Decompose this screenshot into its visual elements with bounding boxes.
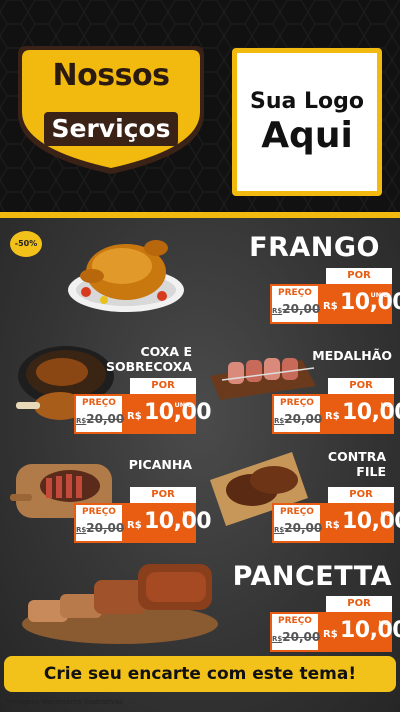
currency-label: R$ bbox=[127, 411, 142, 422]
por-label: POR bbox=[130, 487, 196, 503]
product-name-contra-file: CONTRA FILE bbox=[327, 449, 386, 479]
preco-label: PREÇO bbox=[280, 507, 314, 517]
header: Nossos Serviços Sua Logo Aqui bbox=[0, 0, 400, 216]
preco-label: PREÇO bbox=[82, 398, 116, 408]
badge-title-line1: Nossos bbox=[52, 58, 170, 93]
product-name-pancetta: PANCETTA bbox=[232, 561, 392, 592]
price-tag-frango: POR PREÇO R$20,00 R$ 10,00 UNID bbox=[270, 268, 400, 326]
currency-label: R$ bbox=[325, 411, 340, 422]
new-price: 10,00 bbox=[342, 509, 400, 534]
price-unit: UNID bbox=[174, 401, 193, 409]
old-price: R$20,00 bbox=[76, 412, 125, 426]
old-price: R$20,00 bbox=[274, 521, 323, 535]
roast-chicken-image bbox=[68, 240, 184, 312]
logo-text-line2: Aqui bbox=[261, 115, 353, 156]
flyer-page: Nossos Serviços Sua Logo Aqui -50% FRANG… bbox=[0, 0, 400, 712]
old-price-box: PREÇO R$20,00 bbox=[272, 394, 322, 434]
product-name-coxa-sobrecoxa: COXA E SOBRECOXA bbox=[106, 344, 192, 374]
por-label: POR bbox=[328, 378, 394, 394]
currency-label: R$ bbox=[127, 520, 142, 531]
product-name-medalhao: MEDALHÃO bbox=[312, 348, 392, 363]
cta-banner[interactable]: Crie seu encarte com este tema! bbox=[4, 656, 396, 692]
new-price-box: R$ 10,00 UNID bbox=[124, 394, 212, 434]
new-price-box: R$ 10,00 KG bbox=[322, 503, 400, 543]
por-label: POR bbox=[328, 487, 394, 503]
old-price: R$20,00 bbox=[76, 521, 125, 535]
por-label: POR bbox=[326, 268, 392, 284]
old-price-box: PREÇO R$20,00 bbox=[270, 612, 320, 652]
price-unit: KG bbox=[378, 619, 389, 627]
price-tag-coxa-sobrecoxa: POR PREÇO R$20,00 R$ 10,00 UNID bbox=[74, 378, 212, 436]
new-price-box: R$ 10,00 KG bbox=[124, 503, 212, 543]
currency-label: R$ bbox=[323, 629, 338, 640]
badge-title-line2: Serviços bbox=[44, 112, 178, 146]
product-name-picanha: PICANHA bbox=[128, 457, 192, 472]
price-tag-medalhao: POR PREÇO R$20,00 R$ 10,00 KG bbox=[272, 378, 400, 436]
new-price-box: R$ 10,00 UNID bbox=[320, 284, 400, 324]
old-price-box: PREÇO R$20,00 bbox=[272, 503, 322, 543]
preco-label: PREÇO bbox=[82, 507, 116, 517]
old-price-box: PREÇO R$20,00 bbox=[270, 284, 320, 324]
old-price-box: PREÇO R$20,00 bbox=[74, 394, 124, 434]
price-unit: KG bbox=[380, 401, 391, 409]
services-badge: Nossos Serviços bbox=[16, 44, 206, 176]
por-label: POR bbox=[326, 596, 392, 612]
new-price-box: R$ 10,00 KG bbox=[320, 612, 400, 652]
old-price: R$20,00 bbox=[272, 302, 321, 316]
pancetta-board-image bbox=[22, 564, 218, 644]
por-label: POR bbox=[130, 378, 196, 394]
logo-text-line1: Sua Logo bbox=[249, 89, 364, 114]
price-unit: UNID bbox=[370, 291, 389, 299]
currency-label: R$ bbox=[323, 301, 338, 312]
discount-badge: -50% bbox=[10, 231, 42, 257]
currency-label: R$ bbox=[325, 520, 340, 531]
price-tag-pancetta: POR PREÇO R$20,00 R$ 10,00 KG bbox=[270, 596, 400, 654]
product-name-frango: FRANGO bbox=[249, 232, 380, 263]
new-price: 10,00 bbox=[342, 400, 400, 425]
new-price-box: R$ 10,00 KG bbox=[322, 394, 400, 434]
logo-placeholder: Sua Logo Aqui bbox=[232, 48, 382, 196]
preco-label: PREÇO bbox=[280, 398, 314, 408]
old-price-box: PREÇO R$20,00 bbox=[74, 503, 124, 543]
new-price: 10,00 bbox=[340, 618, 400, 643]
preco-label: PREÇO bbox=[278, 288, 312, 298]
new-price: 10,00 bbox=[144, 509, 212, 534]
price-unit: KG bbox=[380, 510, 391, 518]
old-price: R$20,00 bbox=[274, 412, 323, 426]
disclaimer-text: *Imagens Meramente Ilustrativas bbox=[6, 698, 123, 706]
price-tag-picanha: POR PREÇO R$20,00 R$ 10,00 KG bbox=[74, 487, 212, 545]
price-tag-contra-file: POR PREÇO R$20,00 R$ 10,00 KG bbox=[272, 487, 400, 545]
old-price: R$20,00 bbox=[272, 630, 321, 644]
price-unit: KG bbox=[182, 510, 193, 518]
preco-label: PREÇO bbox=[278, 616, 312, 626]
